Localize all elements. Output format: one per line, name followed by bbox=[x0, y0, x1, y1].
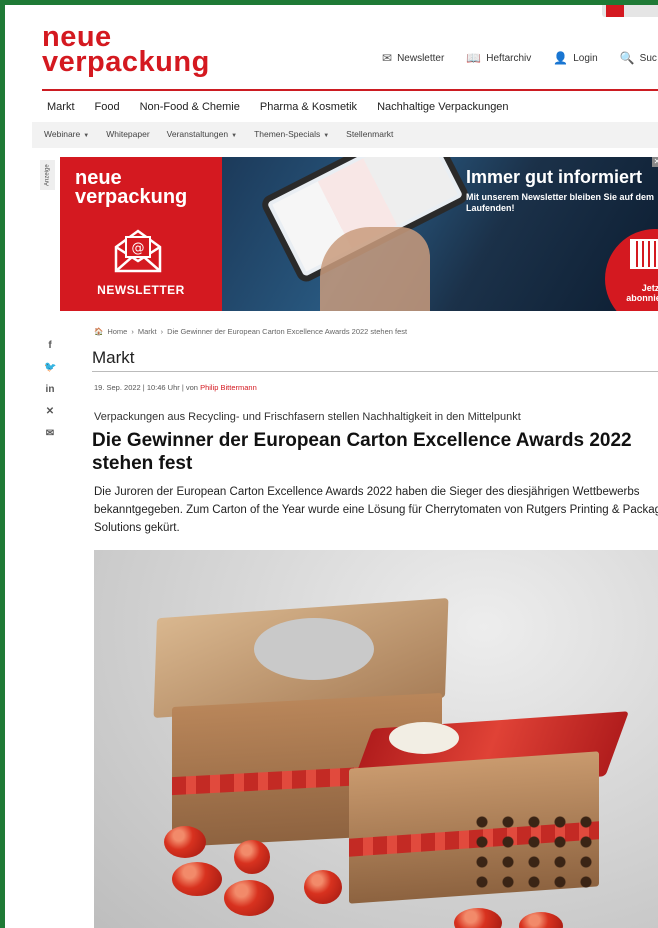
page: neue verpackung ✉ Newsletter 📖 Heftarchi… bbox=[32, 5, 658, 928]
social-share-rail: f 🐦 in ✕ ✉ bbox=[44, 340, 56, 439]
heftarchiv-label: Heftarchiv bbox=[486, 52, 532, 64]
newsletter-label: Newsletter bbox=[397, 52, 445, 64]
carton-label bbox=[389, 722, 459, 754]
twitter-icon[interactable]: 🐦 bbox=[44, 362, 56, 373]
nav-markt[interactable]: Markt bbox=[47, 101, 75, 113]
breadcrumb-separator: › bbox=[160, 327, 164, 336]
subnav-themen-specials[interactable]: Themen-Specials ▼ bbox=[254, 129, 329, 139]
logo-line2: verpackung bbox=[42, 46, 210, 78]
newsletter-link[interactable]: ✉ Newsletter bbox=[382, 51, 444, 65]
subnav-webinare-label: Webinare bbox=[44, 129, 81, 139]
tomato bbox=[234, 840, 270, 874]
tomato bbox=[164, 826, 206, 858]
article-title: Die Gewinner der European Carton Excelle… bbox=[92, 430, 632, 474]
nav-pharma-kosmetik[interactable]: Pharma & Kosmetik bbox=[260, 101, 357, 113]
nav-food[interactable]: Food bbox=[95, 101, 120, 113]
user-icon: 👤 bbox=[553, 51, 569, 65]
chevron-down-icon: ▼ bbox=[231, 133, 238, 139]
mail-icon: ✉ bbox=[382, 51, 393, 65]
breadcrumb-home[interactable]: Home bbox=[107, 327, 127, 336]
login-label: Login bbox=[573, 52, 598, 64]
subnav-veranstaltungen-label: Veranstaltungen bbox=[166, 129, 229, 139]
nav-nachhaltige-verpackungen[interactable]: Nachhaltige Verpackungen bbox=[377, 101, 508, 113]
banner-headline: Immer gut informiert bbox=[466, 167, 643, 187]
banner-logo-line2: verpackung bbox=[75, 186, 188, 208]
carton-holes bbox=[469, 812, 599, 892]
article-kicker: Verpackungen aus Recycling- und Frischfa… bbox=[94, 411, 521, 423]
xing-icon[interactable]: ✕ bbox=[44, 406, 56, 417]
banner-red-panel: neue verpackung @ NEWSLETTER bbox=[60, 157, 222, 311]
ad-close-button[interactable]: ✕ bbox=[652, 157, 658, 167]
left-strip bbox=[10, 5, 32, 928]
ad-label: Anzeige bbox=[40, 160, 55, 190]
article-hero-image[interactable] bbox=[94, 550, 658, 928]
breadcrumb-section[interactable]: Markt bbox=[138, 327, 157, 336]
tomato bbox=[454, 908, 502, 928]
main-nav: Markt Food Non-Food & Chemie Pharma & Ko… bbox=[47, 101, 509, 113]
search-link[interactable]: 🔍 Suc bbox=[620, 51, 657, 65]
subnav-veranstaltungen[interactable]: Veranstaltungen ▼ bbox=[167, 129, 237, 139]
search-label: Suc bbox=[639, 52, 657, 64]
breadcrumb: 🏠 Home › Markt › Die Gewinner der Europe… bbox=[94, 327, 407, 336]
nav-non-food-chemie[interactable]: Non-Food & Chemie bbox=[140, 101, 240, 113]
breadcrumb-separator: › bbox=[131, 327, 134, 336]
language-flag[interactable] bbox=[602, 5, 658, 17]
home-icon[interactable]: 🏠 bbox=[94, 327, 103, 336]
envelope-at-icon: @ bbox=[114, 229, 162, 273]
subnav-webinare[interactable]: Webinare ▼ bbox=[44, 129, 89, 139]
linkedin-icon[interactable]: in bbox=[44, 384, 56, 395]
section-divider bbox=[92, 371, 658, 372]
subnav-whitepaper[interactable]: Whitepaper bbox=[106, 129, 149, 139]
tomato bbox=[519, 912, 563, 928]
banner-cta[interactable]: Jetzt abonnieren! bbox=[612, 283, 658, 303]
newsletter-banner-ad[interactable]: neue verpackung @ NEWSLETTER Immer gut i… bbox=[60, 157, 658, 311]
search-icon: 🔍 bbox=[619, 51, 635, 65]
cta-line1: Jetzt bbox=[641, 283, 658, 293]
author-link[interactable]: Philip Bittermann bbox=[200, 383, 257, 392]
login-link[interactable]: 👤 Login bbox=[553, 51, 597, 65]
mail-icon[interactable]: ✉ bbox=[44, 428, 56, 439]
site-logo[interactable]: neue verpackung bbox=[42, 23, 210, 78]
article-date: 19. Sep. 2022 | 10:46 Uhr | von bbox=[94, 383, 198, 392]
facebook-icon[interactable]: f bbox=[44, 340, 56, 351]
banner-newsletter-label: NEWSLETTER bbox=[97, 283, 185, 297]
qr-code bbox=[630, 239, 658, 269]
carton-window bbox=[254, 618, 374, 680]
banner-logo: neue verpackung bbox=[75, 168, 188, 208]
section-title: Markt bbox=[92, 348, 135, 367]
breadcrumb-current: Die Gewinner der European Carton Excelle… bbox=[167, 327, 408, 336]
header-divider bbox=[42, 89, 658, 91]
subnav-stellenmarkt[interactable]: Stellenmarkt bbox=[346, 129, 393, 139]
article-meta: 19. Sep. 2022 | 10:46 Uhr | von Philip B… bbox=[94, 383, 257, 392]
chevron-down-icon: ▼ bbox=[83, 133, 90, 139]
article-lead: Die Juroren der European Carton Excellen… bbox=[94, 486, 658, 534]
sub-nav: Webinare ▼ Whitepaper Veranstaltungen ▼ Th… bbox=[44, 129, 393, 139]
browser-frame: neue verpackung ✉ Newsletter 📖 Heftarchi… bbox=[0, 0, 658, 928]
cta-line2: abonnieren! bbox=[626, 293, 658, 303]
banner-subtext: Mit unserem Newsletter bleiben Sie auf d… bbox=[466, 192, 655, 213]
heftarchiv-link[interactable]: 📖 Heftarchiv bbox=[466, 51, 531, 65]
tomato bbox=[304, 870, 342, 904]
tomato bbox=[172, 862, 222, 896]
svg-text:@: @ bbox=[132, 241, 145, 256]
chevron-down-icon: ▼ bbox=[323, 133, 330, 139]
subnav-themen-specials-label: Themen-Specials bbox=[254, 129, 321, 139]
top-utility-nav: ✉ Newsletter 📖 Heftarchiv 👤 Login 🔍 Suc bbox=[382, 51, 657, 65]
book-icon: 📖 bbox=[466, 51, 482, 65]
tomato bbox=[224, 880, 274, 916]
hand-image bbox=[320, 227, 430, 311]
